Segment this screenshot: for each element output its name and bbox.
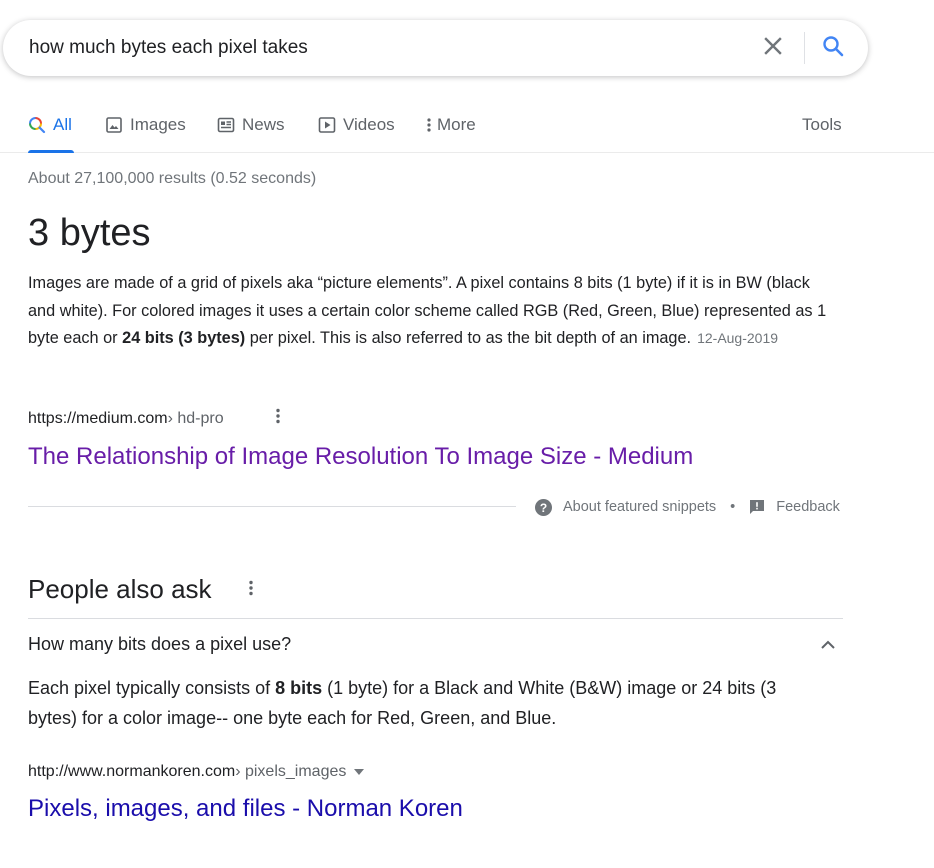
help-icon: ? bbox=[535, 498, 552, 516]
featured-answer: 3 bytes bbox=[28, 212, 151, 254]
feedback-icon bbox=[749, 499, 765, 515]
svg-text:?: ? bbox=[540, 500, 547, 514]
about-featured-snippets-link[interactable]: ? About featured snippets bbox=[535, 498, 717, 516]
tab-more[interactable]: More bbox=[426, 108, 476, 152]
search-box bbox=[3, 20, 868, 76]
search-icon bbox=[821, 34, 845, 63]
dots-vertical-icon bbox=[275, 407, 281, 430]
clear-search-button[interactable] bbox=[755, 34, 791, 62]
tab-videos[interactable]: Videos bbox=[318, 108, 395, 152]
cite-path: › pixels_images bbox=[235, 763, 347, 780]
search-tabs: All Images News Videos More Tools bbox=[0, 108, 934, 153]
featured-result-link[interactable]: The Relationship of Image Resolution To … bbox=[28, 443, 693, 471]
image-icon bbox=[105, 115, 123, 135]
paa-question[interactable]: How many bits does a pixel use? bbox=[28, 634, 291, 655]
result-stats: About 27,100,000 results (0.52 seconds) bbox=[28, 170, 317, 187]
tab-videos-label: Videos bbox=[343, 115, 395, 134]
search-input[interactable] bbox=[29, 20, 729, 76]
feedback-label: Feedback bbox=[776, 499, 840, 515]
cite-domain: http://www.normankoren.com bbox=[28, 763, 236, 780]
caret-down-icon[interactable] bbox=[354, 769, 365, 775]
tab-more-label: More bbox=[437, 115, 476, 134]
featured-snippet-text: Images are made of a grid of pixels aka … bbox=[28, 270, 828, 353]
chevron-up-icon bbox=[820, 637, 836, 655]
close-icon bbox=[764, 36, 782, 60]
searchbox-divider bbox=[804, 32, 805, 64]
tab-all-label: All bbox=[53, 115, 72, 134]
featured-divider bbox=[28, 506, 516, 507]
featured-source-cite[interactable]: https://medium.com › hd-pro bbox=[28, 410, 224, 428]
dots-vertical-icon bbox=[426, 115, 432, 135]
featured-footer: ? About featured snippets • Feedback bbox=[535, 496, 840, 518]
paa-answer-text: Each pixel typically consists of 8 bits … bbox=[28, 673, 818, 733]
tab-all[interactable]: All bbox=[28, 108, 74, 153]
footer-separator: • bbox=[730, 499, 736, 515]
play-icon bbox=[318, 115, 336, 135]
tab-news-label: News bbox=[242, 115, 285, 134]
tools-button[interactable]: Tools bbox=[802, 108, 842, 152]
paa-answer-part1: Each pixel typically consists of bbox=[28, 678, 276, 698]
snippet-date: 12-Aug-2019 bbox=[697, 330, 779, 346]
tools-label: Tools bbox=[802, 115, 842, 134]
people-also-ask-options-button[interactable] bbox=[243, 578, 259, 602]
snippet-text-bold: 24 bits (3 bytes) bbox=[122, 329, 246, 347]
paa-divider bbox=[28, 618, 843, 619]
tab-images[interactable]: Images bbox=[105, 108, 186, 152]
paa-answer-bold: 8 bits bbox=[275, 678, 323, 698]
about-featured-snippets-label: About featured snippets bbox=[563, 499, 717, 515]
paa-result-link[interactable]: Pixels, images, and files - Norman Koren bbox=[28, 795, 463, 823]
cite-domain: https://medium.com bbox=[28, 410, 168, 427]
collapse-question-button[interactable] bbox=[816, 634, 840, 658]
cite-path: › hd-pro bbox=[167, 410, 224, 427]
snippet-text-part2: per pixel. This is also referred to as t… bbox=[245, 329, 692, 347]
people-also-ask-heading: People also ask bbox=[28, 574, 212, 604]
tab-news[interactable]: News bbox=[217, 108, 285, 152]
active-tab-indicator bbox=[28, 150, 74, 153]
result-options-button[interactable] bbox=[270, 407, 286, 429]
search-button[interactable] bbox=[815, 32, 851, 64]
search-icon bbox=[28, 115, 46, 135]
news-icon bbox=[217, 115, 235, 135]
paa-source-cite[interactable]: http://www.normankoren.com › pixels_imag… bbox=[28, 763, 365, 781]
feedback-link[interactable]: Feedback bbox=[749, 499, 840, 515]
tab-images-label: Images bbox=[130, 115, 186, 134]
dots-vertical-icon bbox=[248, 579, 254, 602]
